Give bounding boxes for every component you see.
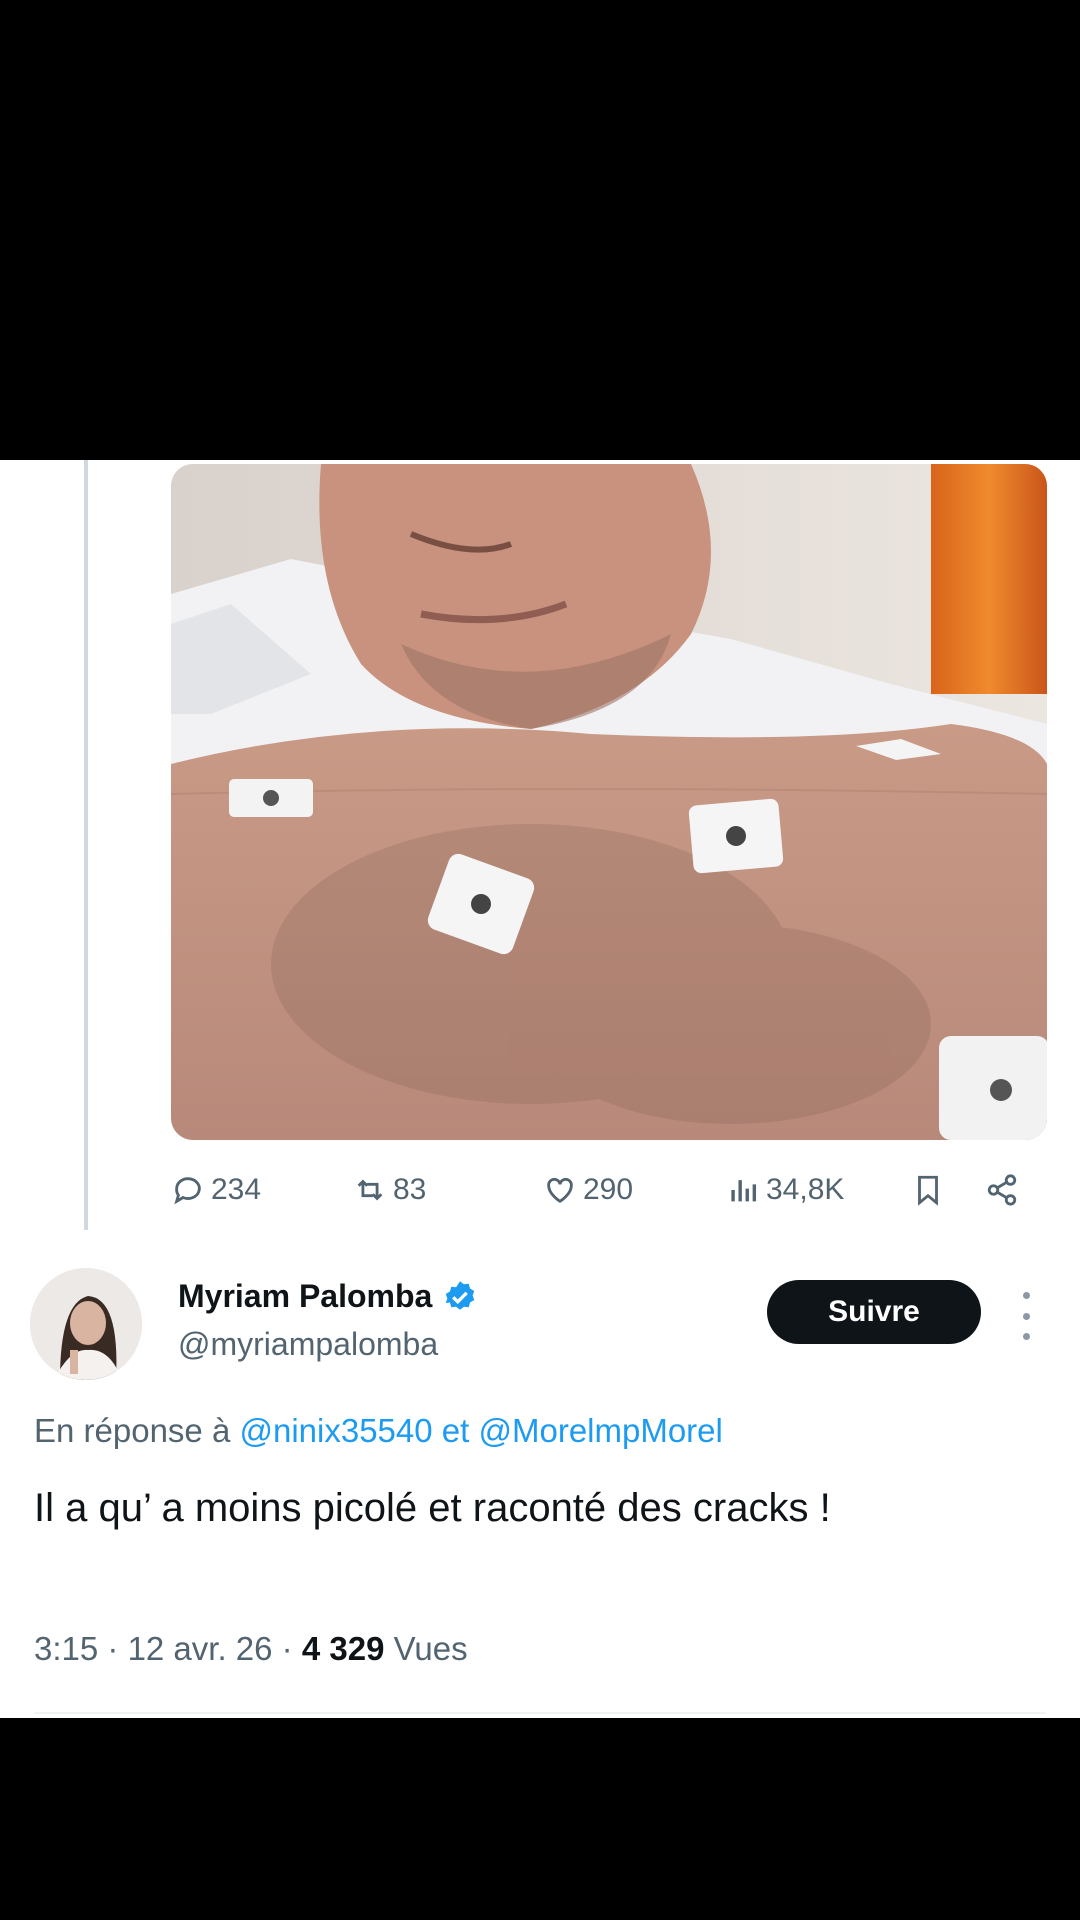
bookmark-button[interactable] (911, 1160, 945, 1220)
author-name[interactable]: Myriam Palomba (178, 1278, 432, 1315)
repost-icon (357, 1179, 383, 1201)
author-name-row: Myriam Palomba (178, 1278, 478, 1315)
mention-link[interactable]: @MorelmpMorel (478, 1412, 722, 1449)
reply-context: En réponse à @ninix35540 et @MorelmpMore… (34, 1412, 723, 1450)
mention-link[interactable]: @ninix35540 (239, 1412, 432, 1449)
views-count: 34,8K (766, 1173, 845, 1206)
more-options-icon[interactable] (1014, 1292, 1038, 1340)
like-count: 290 (583, 1173, 634, 1206)
reply-count: 234 (211, 1173, 262, 1206)
tweet-views-label: Vues (393, 1630, 468, 1667)
repost-button[interactable]: 83 (353, 1160, 426, 1220)
tweet-card: 234 83 290 34,8K Myriam Palomba @myriamp… (0, 460, 1080, 1718)
bottom-letterbox (0, 1718, 1080, 1920)
tweet-views-count: 4 329 (301, 1630, 385, 1667)
top-letterbox (0, 0, 1080, 460)
ecg-electrode (939, 1036, 1047, 1140)
heart-icon (547, 1177, 573, 1204)
bar-chart-icon (731, 1180, 757, 1202)
ecg-electrode (229, 779, 313, 817)
avatar-image (30, 1268, 142, 1380)
verified-badge-icon (442, 1279, 478, 1315)
follow-button[interactable]: Suivre (767, 1280, 981, 1344)
bookmark-icon (918, 1175, 938, 1206)
repost-count: 83 (393, 1173, 427, 1206)
tweet-action-bar: 234 83 290 34,8K (171, 1160, 1047, 1220)
share-button[interactable] (985, 1160, 1019, 1220)
reply-prefix: En réponse à (34, 1412, 240, 1449)
ecg-electrode (688, 798, 784, 874)
thread-connector-line (84, 460, 88, 1230)
views-button[interactable]: 34,8K (726, 1160, 844, 1220)
reply-bubble-icon (174, 1177, 201, 1205)
tweet-time[interactable]: 3:15 (34, 1630, 98, 1667)
like-button[interactable]: 290 (543, 1160, 633, 1220)
avatar[interactable] (30, 1268, 142, 1380)
reply-button[interactable]: 234 (171, 1160, 261, 1220)
tweet-date[interactable]: 12 avr. 26 (128, 1630, 273, 1667)
tweet-meta: 3:15 · 12 avr. 26 · 4 329 Vues (34, 1630, 468, 1667)
author-handle[interactable]: @myriampalomba (178, 1326, 438, 1363)
tweet-media-photo[interactable] (171, 464, 1047, 1140)
selfie-ecg-electrodes-photo (171, 464, 1047, 1140)
reply-connector: et (432, 1412, 479, 1449)
divider (34, 1712, 1046, 1714)
share-icon (987, 1174, 1017, 1206)
tweet-text: Il a qu’ a moins picolé et raconté des c… (34, 1486, 831, 1530)
